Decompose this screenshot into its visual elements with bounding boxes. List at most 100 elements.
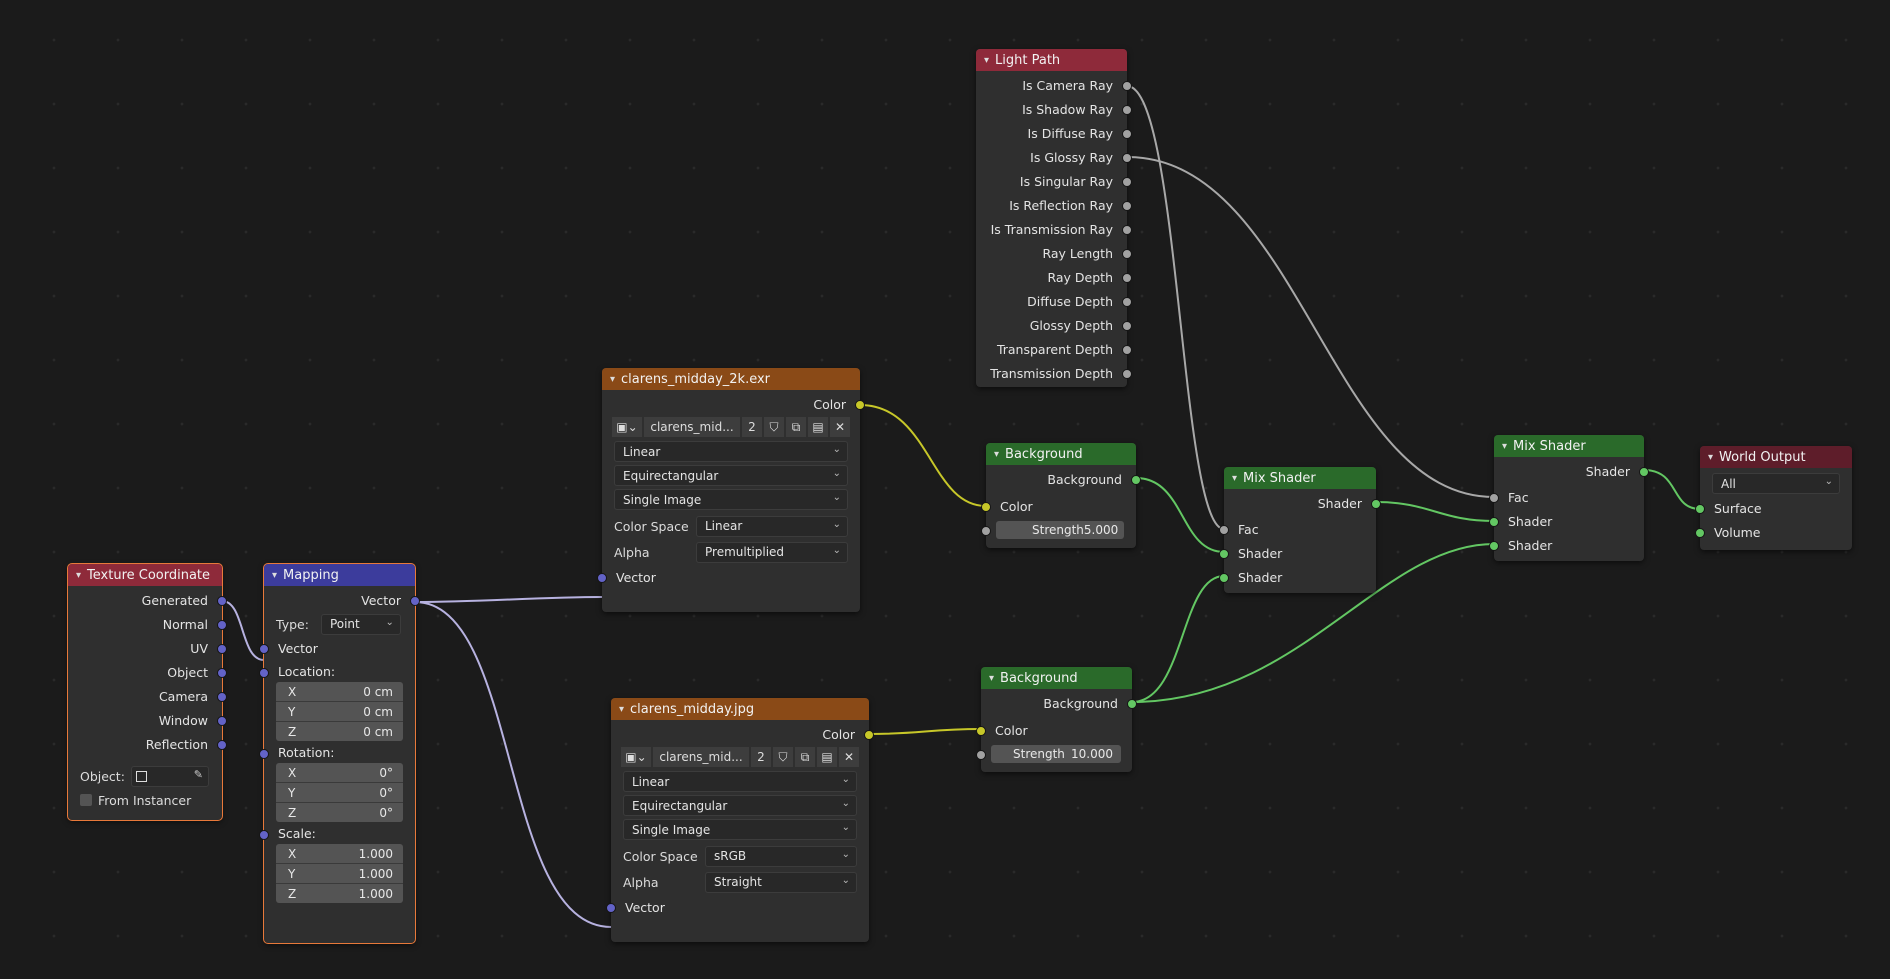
- target-dropdown[interactable]: All ⌄: [1712, 473, 1840, 494]
- from-instancer-checkbox[interactable]: [80, 794, 92, 806]
- alpha-dropdown[interactable]: Straight ⌄: [705, 871, 857, 893]
- collapse-chevron-icon[interactable]: ▾: [76, 570, 81, 581]
- socket-dot[interactable]: [217, 644, 227, 654]
- socket-dot[interactable]: [1489, 493, 1499, 503]
- socket-dot[interactable]: [1639, 467, 1649, 477]
- image-browse-icon[interactable]: ▣⌄: [612, 417, 642, 437]
- rotation-z-field[interactable]: Z 0°: [276, 803, 403, 822]
- socket-dot[interactable]: [597, 573, 607, 583]
- socket-dot[interactable]: [410, 596, 420, 606]
- socket-dot[interactable]: [1122, 105, 1132, 115]
- socket-dot[interactable]: [1122, 129, 1132, 139]
- socket-dot[interactable]: [217, 740, 227, 750]
- collapse-chevron-icon[interactable]: ▾: [1708, 452, 1713, 463]
- image-texture-exr-node[interactable]: ▾ clarens_midday_2k.exr Color ▣⌄ clarens_…: [597, 368, 865, 612]
- collapse-chevron-icon[interactable]: ▾: [619, 704, 624, 715]
- eyedropper-icon[interactable]: ✎: [194, 768, 203, 781]
- socket-dot[interactable]: [1695, 528, 1705, 538]
- socket-dot[interactable]: [1219, 525, 1229, 535]
- socket-dot[interactable]: [1122, 345, 1132, 355]
- socket-dot[interactable]: [1127, 699, 1137, 709]
- source-dropdown[interactable]: Single Image ⌄: [614, 489, 848, 510]
- collapse-chevron-icon[interactable]: ▾: [1232, 473, 1237, 484]
- image-browse-icon[interactable]: ▣⌄: [621, 747, 651, 767]
- socket-dot[interactable]: [1219, 549, 1229, 559]
- location-y-field[interactable]: Y 0 cm: [276, 702, 403, 722]
- type-dropdown[interactable]: Point ⌄: [320, 613, 401, 635]
- color-space-dropdown[interactable]: sRGB ⌄: [705, 845, 857, 867]
- socket-dot[interactable]: [217, 716, 227, 726]
- socket-dot[interactable]: [1219, 573, 1229, 583]
- texture-coordinate-node[interactable]: ▾ Texture Coordinate Generated Normal UV …: [67, 563, 227, 821]
- socket-dot[interactable]: [1122, 225, 1132, 235]
- mapping-node[interactable]: ▾ Mapping Vector Type: Point ⌄ Vector Locat…: [259, 563, 420, 944]
- image-name-field[interactable]: clarens_mid...: [653, 747, 749, 767]
- alpha-dropdown[interactable]: Premultiplied ⌄: [696, 541, 848, 563]
- light-path-node[interactable]: ▾ Light Path Is Camera Ray Is Shadow Ray …: [976, 49, 1132, 387]
- collapse-chevron-icon[interactable]: ▾: [1502, 441, 1507, 452]
- from-instancer-row[interactable]: From Instancer: [68, 788, 222, 812]
- node-header[interactable]: ▾ Light Path: [976, 49, 1127, 71]
- strength-field[interactable]: Strength 10.000: [991, 745, 1121, 763]
- socket-dot[interactable]: [976, 750, 986, 760]
- socket-dot[interactable]: [864, 730, 874, 740]
- socket-dot[interactable]: [1122, 321, 1132, 331]
- socket-dot[interactable]: [1489, 541, 1499, 551]
- fake-user-shield-icon[interactable]: ⛉: [773, 747, 793, 767]
- socket-dot[interactable]: [1122, 153, 1132, 163]
- collapse-chevron-icon[interactable]: ▾: [989, 673, 994, 684]
- projection-dropdown[interactable]: Equirectangular ⌄: [623, 795, 857, 816]
- background-node-1[interactable]: ▾ Background Background Color Strength 5.0…: [981, 443, 1141, 548]
- socket-dot[interactable]: [217, 692, 227, 702]
- location-x-field[interactable]: X 0 cm: [276, 682, 403, 702]
- socket-dot[interactable]: [1122, 297, 1132, 307]
- interpolation-dropdown[interactable]: Linear ⌄: [623, 771, 857, 792]
- source-dropdown[interactable]: Single Image ⌄: [623, 819, 857, 840]
- socket-dot[interactable]: [217, 620, 227, 630]
- node-header[interactable]: ▾ clarens_midday.jpg: [611, 698, 869, 720]
- fake-user-shield-icon[interactable]: ⛉: [764, 417, 784, 437]
- socket-dot[interactable]: [1122, 81, 1132, 91]
- user-count[interactable]: 2: [751, 747, 771, 767]
- socket-dot[interactable]: [981, 526, 991, 536]
- node-header[interactable]: ▾ Background: [986, 443, 1136, 465]
- close-icon[interactable]: ✕: [830, 417, 850, 437]
- socket-dot[interactable]: [259, 668, 269, 678]
- socket-dot[interactable]: [1122, 249, 1132, 259]
- node-header[interactable]: ▾ World Output: [1700, 446, 1852, 468]
- mix-shader-node-1[interactable]: ▾ Mix Shader Shader Fac Shader Shader: [1219, 467, 1381, 593]
- socket-dot[interactable]: [981, 502, 991, 512]
- socket-dot[interactable]: [217, 596, 227, 606]
- scale-y-field[interactable]: Y 1.000: [276, 864, 403, 884]
- collapse-chevron-icon[interactable]: ▾: [984, 55, 989, 66]
- node-header[interactable]: ▾ Mix Shader: [1494, 435, 1644, 457]
- image-name-field[interactable]: clarens_mid...: [644, 417, 740, 437]
- open-folder-icon[interactable]: ▤: [808, 417, 828, 437]
- collapse-chevron-icon[interactable]: ▾: [610, 374, 615, 385]
- rotation-y-field[interactable]: Y 0°: [276, 783, 403, 803]
- duplicate-icon[interactable]: ⧉: [795, 747, 815, 767]
- collapse-chevron-icon[interactable]: ▾: [994, 449, 999, 460]
- socket-dot[interactable]: [217, 668, 227, 678]
- socket-dot[interactable]: [259, 830, 269, 840]
- node-header[interactable]: ▾ Mix Shader: [1224, 467, 1376, 489]
- socket-dot[interactable]: [259, 644, 269, 654]
- node-header[interactable]: ▾ clarens_midday_2k.exr: [602, 368, 860, 390]
- open-folder-icon[interactable]: ▤: [817, 747, 837, 767]
- image-texture-jpg-node[interactable]: ▾ clarens_midday.jpg Color ▣⌄ clarens_mid…: [606, 698, 874, 942]
- strength-field[interactable]: Strength 5.000: [996, 521, 1124, 539]
- mix-shader-node-2[interactable]: ▾ Mix Shader Shader Fac Shader Shader: [1489, 435, 1649, 561]
- projection-dropdown[interactable]: Equirectangular ⌄: [614, 465, 848, 486]
- socket-dot[interactable]: [1489, 517, 1499, 527]
- collapse-chevron-icon[interactable]: ▾: [272, 570, 277, 581]
- user-count[interactable]: 2: [742, 417, 762, 437]
- node-header[interactable]: ▾ Mapping: [264, 564, 415, 586]
- socket-dot[interactable]: [1131, 475, 1141, 485]
- socket-dot[interactable]: [1122, 177, 1132, 187]
- socket-dot[interactable]: [1122, 369, 1132, 379]
- close-icon[interactable]: ✕: [839, 747, 859, 767]
- interpolation-dropdown[interactable]: Linear ⌄: [614, 441, 848, 462]
- location-z-field[interactable]: Z 0 cm: [276, 722, 403, 741]
- socket-dot[interactable]: [606, 903, 616, 913]
- background-node-2[interactable]: ▾ Background Background Color Strength 10.…: [976, 667, 1137, 772]
